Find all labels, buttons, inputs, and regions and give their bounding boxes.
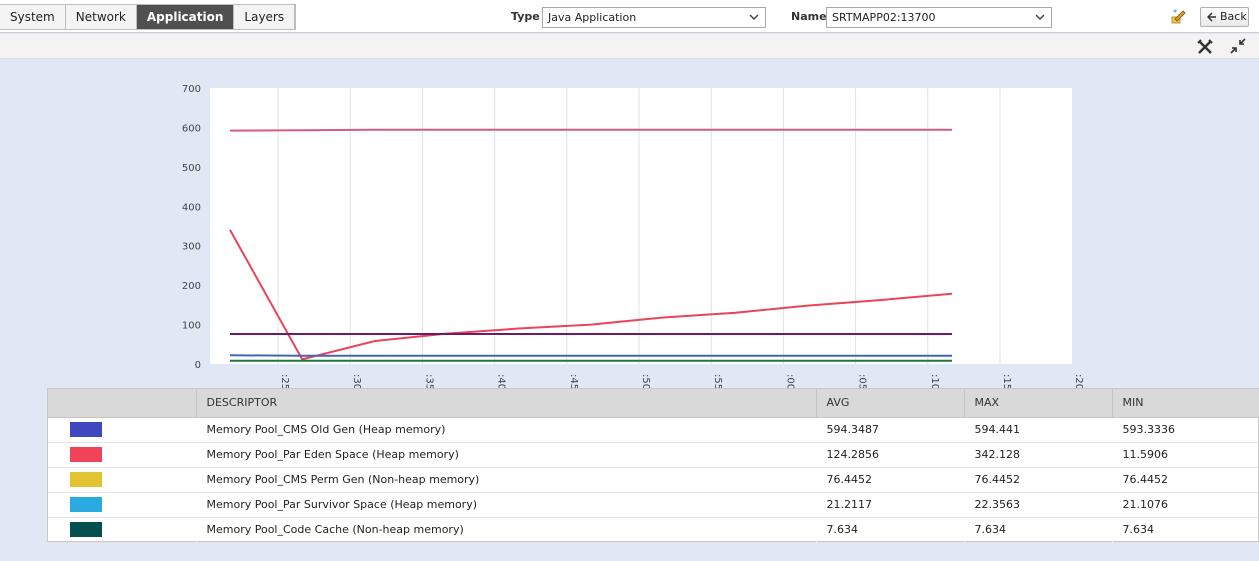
- type-select-value: Java Application: [548, 11, 637, 24]
- avg-cell: 21.2117: [816, 492, 965, 518]
- chevron-down-icon: [1035, 14, 1045, 21]
- series-color-swatch: [70, 447, 102, 462]
- collapse-icon[interactable]: [1230, 38, 1246, 54]
- tab-system[interactable]: System: [0, 5, 66, 29]
- col-header-descriptor[interactable]: DESCRIPTOR: [196, 389, 817, 418]
- series-color-swatch: [70, 497, 102, 512]
- series-color-cell: [48, 517, 197, 543]
- sub-toolbar: [0, 34, 1259, 59]
- descriptor-cell: Memory Pool_Par Survivor Space (Heap mem…: [196, 492, 817, 518]
- table-row[interactable]: Memory Pool_CMS Old Gen (Heap memory) 594…: [48, 417, 1259, 443]
- avg-cell: 124.2856: [816, 442, 965, 468]
- descriptor-cell: Memory Pool_Code Cache (Non-heap memory): [196, 517, 817, 543]
- y-tick-label: 600: [182, 123, 201, 134]
- descriptor-cell: Memory Pool_CMS Perm Gen (Non-heap memor…: [196, 467, 817, 493]
- y-tick-label: 300: [182, 242, 201, 253]
- min-cell: 7.634: [1112, 517, 1259, 543]
- y-tick-label: 700: [182, 84, 201, 95]
- tab-layers[interactable]: Layers: [234, 5, 296, 29]
- series-color-swatch: [70, 422, 102, 437]
- y-axis: 0 100 200 300 400 500 600 700: [182, 84, 201, 371]
- series-color-swatch: [70, 472, 102, 487]
- col-header-min[interactable]: MIN: [1112, 389, 1259, 418]
- name-select[interactable]: SRTMAPP02:13700: [826, 7, 1052, 28]
- max-cell: 76.4452: [964, 467, 1113, 493]
- type-select[interactable]: Java Application: [542, 7, 766, 28]
- edit-pencil-icon[interactable]: [1170, 8, 1186, 24]
- avg-cell: 7.634: [816, 517, 965, 543]
- max-cell: 7.634: [964, 517, 1113, 543]
- table-header-row: DESCRIPTOR AVG MAX MIN: [48, 389, 1259, 418]
- table-row[interactable]: Memory Pool_CMS Perm Gen (Non-heap memor…: [48, 467, 1259, 493]
- series-color-cell: [48, 442, 197, 468]
- series-line-0[interactable]: [229, 128, 952, 132]
- y-tick-label: 0: [195, 360, 201, 371]
- min-cell: 593.3336: [1112, 417, 1259, 443]
- name-label: Name: [791, 10, 827, 23]
- min-cell: 11.5906: [1112, 442, 1259, 468]
- y-tick-label: 500: [182, 163, 201, 174]
- y-tick-label: 100: [182, 321, 201, 332]
- y-tick-label: 400: [182, 202, 201, 213]
- top-toolbar: System Network Application Layers Type J…: [0, 0, 1259, 33]
- back-button[interactable]: Back: [1200, 7, 1249, 27]
- min-cell: 76.4452: [1112, 467, 1259, 493]
- max-cell: 594.441: [964, 417, 1113, 443]
- series-color-cell: [48, 467, 197, 493]
- series-color-cell: [48, 417, 197, 443]
- avg-cell: 594.3487: [816, 417, 965, 443]
- view-tabs: System Network Application Layers: [0, 4, 297, 30]
- descriptor-cell: Memory Pool_Par Eden Space (Heap memory): [196, 442, 817, 468]
- col-header-max[interactable]: MAX: [964, 389, 1113, 418]
- tab-network[interactable]: Network: [65, 5, 137, 29]
- type-label: Type: [511, 10, 540, 23]
- avg-cell: 76.4452: [816, 467, 965, 493]
- table-row[interactable]: Memory Pool_Code Cache (Non-heap memory)…: [48, 517, 1259, 543]
- tools-icon[interactable]: [1196, 38, 1214, 56]
- statistics-table: DESCRIPTOR AVG MAX MIN Memory Pool_CMS O…: [47, 388, 1259, 543]
- min-cell: 21.1076: [1112, 492, 1259, 518]
- table-row[interactable]: Memory Pool_Par Eden Space (Heap memory)…: [48, 442, 1259, 468]
- col-header-avg[interactable]: AVG: [816, 389, 965, 418]
- back-arrow-icon: [1207, 12, 1216, 22]
- series-color-cell: [48, 492, 197, 518]
- chevron-down-icon: [749, 14, 759, 21]
- back-button-label: Back: [1220, 10, 1247, 23]
- tab-application[interactable]: Application: [136, 5, 235, 29]
- descriptor-cell: Memory Pool_CMS Old Gen (Heap memory): [196, 417, 817, 443]
- memory-pool-line-chart: 0100200300400500600700 :25:30:35:40:45:5…: [182, 84, 1084, 390]
- col-header-color: [48, 389, 197, 418]
- table-row[interactable]: Memory Pool_Par Survivor Space (Heap mem…: [48, 492, 1259, 518]
- max-cell: 342.128: [964, 442, 1113, 468]
- name-select-value: SRTMAPP02:13700: [832, 11, 936, 24]
- max-cell: 22.3563: [964, 492, 1113, 518]
- series-color-swatch: [70, 522, 102, 537]
- y-tick-label: 200: [182, 281, 201, 292]
